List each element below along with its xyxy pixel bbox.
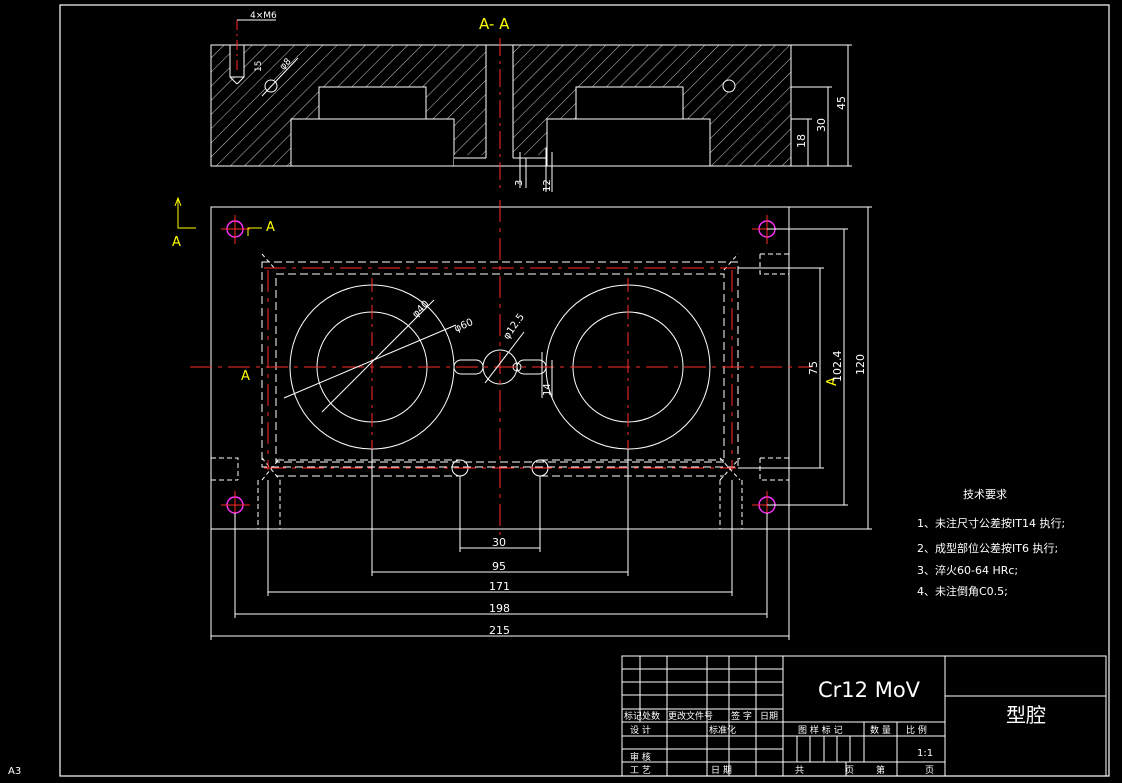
- total-pages-unit: 页: [845, 765, 854, 776]
- technical-notes: 技术要求 1、未注尺寸公差按IT14 执行; 2、成型部位公差按IT6 执行; …: [917, 488, 1065, 598]
- section-marker: [174, 196, 262, 236]
- header-pattern-mark: 图 样 标 记: [798, 724, 843, 736]
- row-date: 日 期: [711, 765, 732, 776]
- rev-header-mark: 标记: [624, 710, 642, 722]
- dim-120: 120: [854, 354, 867, 375]
- row-standard: 标准化: [709, 724, 736, 736]
- note-item-2: 2、成型部位公差按IT6 执行;: [917, 541, 1058, 555]
- rev-header-count: 处数: [642, 710, 660, 722]
- plan-view: A A A A φ40 φ60 φ12.5 14 30 95 171 198 2…: [172, 196, 872, 640]
- header-quantity: 数 量: [870, 724, 891, 736]
- note-item-4: 4、未注倒角C0.5;: [917, 584, 1008, 598]
- dim-18: 18: [795, 134, 808, 148]
- scale-value: 1:1: [917, 748, 933, 759]
- dim-phi60: φ60: [453, 317, 475, 335]
- note-item-3: 3、淬火60-64 HRc;: [917, 563, 1018, 577]
- row-design: 设 计: [630, 724, 651, 736]
- material-label: Cr12 MoV: [818, 678, 921, 702]
- row-process: 工 艺: [630, 765, 651, 776]
- dim-phi40: φ40: [410, 299, 431, 320]
- dim-15: 15: [254, 61, 264, 72]
- notes-heading: 技术要求: [963, 488, 1007, 501]
- dim-171: 171: [489, 580, 510, 593]
- sheet-size-label: A3: [8, 766, 21, 777]
- rev-header-date: 日期: [760, 711, 778, 722]
- row-check: 审 核: [630, 751, 651, 763]
- dim-phi12-5: φ12.5: [501, 312, 527, 342]
- rev-header-sign: 签 字: [731, 710, 752, 722]
- total-pages-label: 共: [795, 765, 804, 776]
- dim-12: 12: [542, 179, 553, 192]
- section-view: A- A 4×M6 15 φ8 45 30 18 3 12: [210, 11, 852, 192]
- dim-95: 95: [492, 560, 506, 573]
- dim-45: 45: [835, 96, 848, 110]
- note-item-1: 1、未注尺寸公差按IT14 执行;: [917, 516, 1065, 530]
- section-title: A- A: [479, 15, 510, 33]
- part-name: 型腔: [1006, 703, 1046, 727]
- sheet-no-label: 第: [876, 764, 885, 776]
- dim-3: 3: [514, 180, 525, 186]
- dim-75: 75: [807, 361, 820, 375]
- dim-30: 30: [815, 118, 828, 132]
- section-label-1: A: [172, 235, 181, 250]
- dim-215: 215: [489, 624, 510, 637]
- header-scale: 比 例: [906, 724, 927, 736]
- dim-30: 30: [492, 536, 506, 549]
- section-label-3: A: [241, 369, 250, 384]
- rev-header-doc: 更改文件号: [668, 710, 713, 722]
- dim-102-4: 102.4: [831, 351, 844, 383]
- thread-callout: 4×M6: [250, 11, 277, 21]
- dim-198: 198: [489, 602, 510, 615]
- section-label-2: A: [266, 220, 275, 235]
- dim-14: 14: [542, 383, 553, 396]
- sheet-no-unit: 页: [925, 765, 934, 776]
- drawing-canvas: A3 A- A 4×M6 15 φ8 45 30 18 3 12 A A A A…: [8, 4, 1110, 777]
